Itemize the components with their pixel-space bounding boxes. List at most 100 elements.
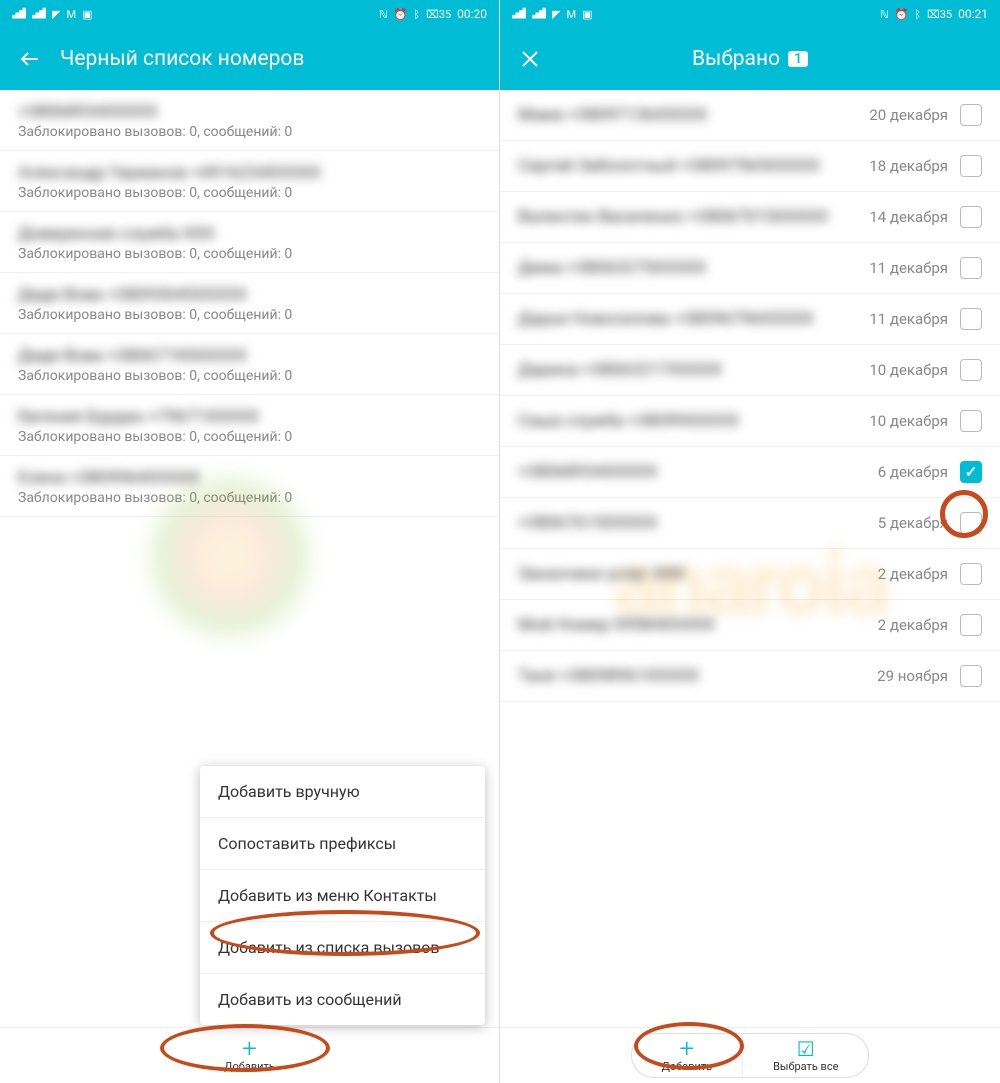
popup-item[interactable]: Добавить вручную	[200, 766, 485, 818]
checkbox[interactable]	[960, 512, 982, 534]
call-date: 10 декабря	[869, 412, 948, 430]
call-date: 14 декабря	[869, 208, 948, 226]
contact-name: Заказчики услуг XXX	[518, 564, 878, 584]
alarm-icon: ⏰	[394, 8, 408, 21]
popup-item[interactable]: Сопоставить префиксы	[200, 818, 485, 870]
checkbox[interactable]	[960, 359, 982, 381]
checkbox[interactable]	[960, 614, 982, 636]
clock: 00:20	[457, 7, 487, 21]
list-item[interactable]: Таня +38098961XXXXX 29 ноября	[500, 651, 1000, 702]
checkbox[interactable]	[960, 461, 982, 483]
add-label: Добавить	[224, 1060, 275, 1073]
contact-name: Елена +3809964XXXXX	[18, 468, 481, 488]
list-item[interactable]: Мама +38097136XXXXX 20 декабря	[500, 90, 1000, 141]
list-item[interactable]: Елена +3809964XXXXX Заблокировано вызово…	[0, 456, 499, 517]
contact-name: Дима +38063275XXXXX	[518, 258, 869, 278]
contact-name: +38067615XXXXX	[518, 513, 878, 533]
mail-icon: M	[66, 8, 76, 21]
right-screenshot: anaroia ◤ M ▣ ℕ ⏰ ᛒ ⌧35 00:21 Выбрано	[500, 0, 1000, 1083]
list-item[interactable]: Саша служба +38099XXXXX 10 декабря	[500, 396, 1000, 447]
contact-name: Валентин Василенко +38067015XXXXX	[518, 207, 869, 227]
signal-icon	[512, 7, 526, 22]
blocked-info: Заблокировано вызовов: 0, сообщений: 0	[18, 124, 481, 140]
call-date: 20 декабря	[869, 106, 948, 124]
add-button[interactable]: + Добавить	[202, 1034, 297, 1077]
contact-name: Дарья Новоселова +38096796XXXXX	[518, 309, 869, 329]
page-title: Выбрано	[692, 47, 780, 71]
wifi-icon: ◤	[552, 8, 560, 21]
bluetooth-icon: ᛒ	[914, 8, 921, 21]
select-all-label: Выбрать все	[773, 1060, 838, 1073]
blocked-info: Заблокировано вызовов: 0, сообщений: 0	[18, 185, 481, 201]
list-item[interactable]: Валентин Василенко +38067015XXXXX 14 дек…	[500, 192, 1000, 243]
list-item[interactable]: Дядя Вова +38093045XXXXX Заблокировано в…	[0, 273, 499, 334]
select-all-button[interactable]: ☑ Выбрать все	[743, 1034, 868, 1077]
list-item[interactable]: +38068934XXXXX Заблокировано вызовов: 0,…	[0, 90, 499, 151]
checkbox[interactable]	[960, 206, 982, 228]
checkbox[interactable]	[960, 563, 982, 585]
blocked-info: Заблокировано вызовов: 0, сообщений: 0	[18, 490, 481, 506]
battery-icon: ⌧35	[927, 8, 952, 21]
list-item[interactable]: +38067615XXXXX 5 декабря	[500, 498, 1000, 549]
checkbox[interactable]	[960, 308, 982, 330]
blocked-list: +38068934XXXXX Заблокировано вызовов: 0,…	[0, 90, 499, 517]
sim-icon: ▣	[582, 8, 592, 21]
add-button[interactable]: + Добавить	[632, 1034, 744, 1077]
checkbox[interactable]	[960, 410, 982, 432]
blocked-info: Заблокировано вызовов: 0, сообщений: 0	[18, 368, 481, 384]
add-popup: Добавить вручнуюСопоставить префиксыДоба…	[200, 766, 485, 1025]
popup-item[interactable]: Добавить из меню Контакты	[200, 870, 485, 922]
nfc-icon: ℕ	[379, 8, 388, 21]
list-item[interactable]: Мой Номер 09584XXXXX 2 декабря	[500, 600, 1000, 651]
add-label: Добавить	[662, 1060, 713, 1073]
contact-name: Александр Германов +4916234XXXXX	[18, 163, 481, 183]
call-date: 10 декабря	[869, 361, 948, 379]
blocked-info: Заблокировано вызовов: 0, сообщений: 0	[18, 246, 481, 262]
clock: 00:21	[958, 7, 988, 21]
contact-name: +38068934XXXXX	[18, 102, 481, 122]
popup-item[interactable]: Добавить из сообщений	[200, 974, 485, 1025]
call-date: 29 ноября	[877, 667, 948, 685]
checkbox[interactable]	[960, 104, 982, 126]
contact-name: +38068934XXXXX	[518, 462, 878, 482]
signal-icon	[32, 7, 46, 22]
blocked-info: Заблокировано вызовов: 0, сообщений: 0	[18, 429, 481, 445]
checkbox[interactable]	[960, 665, 982, 687]
call-date: 6 декабря	[878, 463, 948, 481]
bluetooth-icon: ᛒ	[413, 8, 420, 21]
contact-name: Евгения Бурдан +79671XXXXX	[18, 407, 481, 427]
contact-name: Мама +38097136XXXXX	[518, 105, 869, 125]
contact-name: Дядя Вова +38093045XXXXX	[18, 285, 481, 305]
header: Выбрано 1	[500, 28, 1000, 90]
checkbox[interactable]	[960, 257, 982, 279]
battery-icon: ⌧35	[426, 8, 451, 21]
bottom-bar: + Добавить	[0, 1027, 499, 1083]
call-date: 5 декабря	[878, 514, 948, 532]
alarm-icon: ⏰	[895, 8, 909, 21]
list-item[interactable]: Дядя Вова +38067745XXXXX Заблокировано в…	[0, 334, 499, 395]
list-item[interactable]: Александр Германов +4916234XXXXX Заблоки…	[0, 151, 499, 212]
list-item[interactable]: Дима +38063275XXXXX 11 декабря	[500, 243, 1000, 294]
wifi-icon: ◤	[52, 8, 60, 21]
list-item[interactable]: Дарина +38063217XXXXX 10 декабря	[500, 345, 1000, 396]
bottom-bar: + Добавить ☑ Выбрать все	[500, 1027, 1000, 1083]
list-item[interactable]: Дарья Новоселова +38096796XXXXX 11 декаб…	[500, 294, 1000, 345]
checkbox[interactable]	[960, 155, 982, 177]
nfc-icon: ℕ	[880, 8, 889, 21]
call-date: 18 декабря	[869, 157, 948, 175]
list-item[interactable]: Сергей Заболотный +38097565XXXXX 18 дека…	[500, 141, 1000, 192]
close-icon[interactable]	[518, 47, 542, 71]
left-screenshot: ◤ M ▣ ℕ ⏰ ᛒ ⌧35 00:20 Черный список номе…	[0, 0, 500, 1083]
call-date: 11 декабря	[869, 259, 948, 277]
list-item[interactable]: Евгения Бурдан +79671XXXXX Заблокировано…	[0, 395, 499, 456]
back-arrow-icon[interactable]	[18, 47, 42, 71]
status-bar: ◤ M ▣ ℕ ⏰ ᛒ ⌧35 00:20	[0, 0, 499, 28]
call-date: 11 декабря	[869, 310, 948, 328]
list-item[interactable]: Заказчики услуг XXX 2 декабря	[500, 549, 1000, 600]
signal-icon	[12, 7, 26, 22]
list-item[interactable]: +38068934XXXXX 6 декабря	[500, 447, 1000, 498]
popup-item[interactable]: Добавить из списка вызовов	[200, 922, 485, 974]
list-item[interactable]: Доверенная служба XXX Заблокировано вызо…	[0, 212, 499, 273]
signal-icon	[532, 7, 546, 22]
status-bar: ◤ M ▣ ℕ ⏰ ᛒ ⌧35 00:21	[500, 0, 1000, 28]
